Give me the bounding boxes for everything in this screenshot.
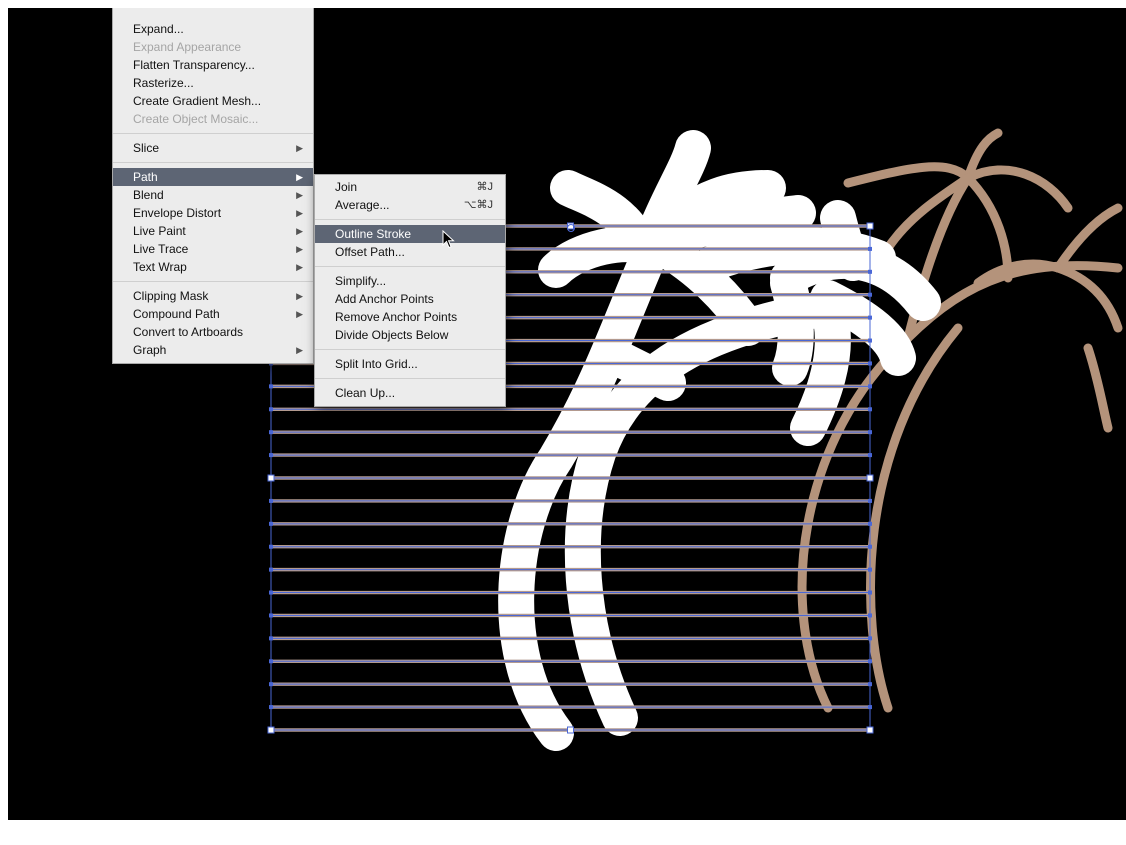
menu-item-average[interactable]: Average... ⌥⌘J bbox=[315, 196, 505, 214]
menu-item-join[interactable]: Join ⌘J bbox=[315, 178, 505, 196]
menu-item-slice[interactable]: Slice ▶ bbox=[113, 139, 313, 157]
menu-item-blend[interactable]: Blend ▶ bbox=[113, 186, 313, 204]
menu-item-label: Expand Appearance bbox=[133, 40, 242, 54]
white-palm-tree[interactable] bbox=[498, 130, 941, 751]
menu-item-label: Live Trace bbox=[133, 242, 189, 256]
submenu-arrow-icon: ▶ bbox=[296, 262, 303, 272]
menu-item-label: Split Into Grid... bbox=[335, 357, 418, 371]
menu-separator bbox=[113, 133, 313, 134]
menu-item-expand-appearance[interactable]: Expand Appearance bbox=[113, 38, 313, 56]
menu-separator bbox=[315, 219, 505, 220]
menu-item-add-anchor-points[interactable]: Add Anchor Points bbox=[315, 290, 505, 308]
menu-item-envelope-distort[interactable]: Envelope Distort ▶ bbox=[113, 204, 313, 222]
menu-item-label: Expand... bbox=[133, 22, 184, 36]
menu-item-label: Live Paint bbox=[133, 224, 186, 238]
selection-handle bbox=[866, 726, 874, 734]
menu-item-label: Add Anchor Points bbox=[335, 292, 434, 306]
menu-item-flatten-transparency[interactable]: Flatten Transparency... bbox=[113, 56, 313, 74]
submenu-arrow-icon: ▶ bbox=[296, 309, 303, 319]
menu-item-label: Simplify... bbox=[335, 274, 387, 288]
menu-item-label: Remove Anchor Points bbox=[335, 310, 458, 324]
menu-shortcut: ⌥⌘J bbox=[463, 199, 493, 211]
menu-item-label: Compound Path bbox=[133, 307, 220, 321]
menu-separator bbox=[315, 266, 505, 267]
menu-item-convert-to-artboards[interactable]: Convert to Artboards bbox=[113, 323, 313, 341]
menu-item-divide-objects-below[interactable]: Divide Objects Below bbox=[315, 326, 505, 344]
menu-item-label: Join bbox=[335, 180, 358, 194]
menu-item-offset-path[interactable]: Offset Path... bbox=[315, 243, 505, 261]
menu-item-label: Create Gradient Mesh... bbox=[133, 94, 262, 108]
menu-item-clipping-mask[interactable]: Clipping Mask ▶ bbox=[113, 287, 313, 305]
artboard-canvas[interactable]: Expand... Expand Appearance Flatten Transp… bbox=[8, 8, 1126, 820]
object-menu[interactable]: Expand... Expand Appearance Flatten Transp… bbox=[112, 8, 314, 364]
menu-item-remove-anchor-points[interactable]: Remove Anchor Points bbox=[315, 308, 505, 326]
menu-item-label: Convert to Artboards bbox=[133, 325, 244, 339]
menu-item-simplify[interactable]: Simplify... bbox=[315, 272, 505, 290]
menu-item-clean-up[interactable]: Clean Up... bbox=[315, 384, 505, 402]
menu-item-label: Graph bbox=[133, 343, 167, 357]
path-submenu[interactable]: Join ⌘J Average... ⌥⌘J Outline Stroke Offset … bbox=[314, 174, 506, 407]
menu-item-label: Path bbox=[133, 170, 158, 184]
submenu-arrow-icon: ▶ bbox=[296, 208, 303, 218]
menu-item-label: Envelope Distort bbox=[133, 206, 222, 220]
selection-handle bbox=[866, 222, 874, 230]
menu-item-label: Create Object Mosaic... bbox=[133, 112, 259, 126]
menu-item-rasterize[interactable]: Rasterize... bbox=[113, 74, 313, 92]
menu-item-label: Text Wrap bbox=[133, 260, 187, 274]
selection-handle bbox=[267, 474, 275, 482]
menu-item-text-wrap[interactable]: Text Wrap ▶ bbox=[113, 258, 313, 276]
menu-separator bbox=[113, 281, 313, 282]
menu-item-label: Divide Objects Below bbox=[335, 328, 449, 342]
submenu-arrow-icon: ▶ bbox=[296, 345, 303, 355]
menu-item-live-paint[interactable]: Live Paint ▶ bbox=[113, 222, 313, 240]
menu-item-split-into-grid[interactable]: Split Into Grid... bbox=[315, 355, 505, 373]
menu-separator bbox=[315, 378, 505, 379]
submenu-arrow-icon: ▶ bbox=[296, 143, 303, 153]
menu-item-label: Clean Up... bbox=[335, 386, 396, 400]
menu-item-label: Slice bbox=[133, 141, 160, 155]
menu-shortcut: ⌘J bbox=[476, 181, 494, 193]
menu-item-label: Blend bbox=[133, 188, 164, 202]
submenu-arrow-icon: ▶ bbox=[296, 172, 303, 182]
menu-item-path[interactable]: Path ▶ bbox=[113, 168, 313, 186]
menu-item-label: Clipping Mask bbox=[133, 289, 209, 303]
menu-item-label: Offset Path... bbox=[335, 245, 405, 259]
menu-item-outline-stroke[interactable]: Outline Stroke bbox=[315, 225, 505, 243]
menu-item-expand[interactable]: Expand... bbox=[113, 20, 313, 38]
submenu-arrow-icon: ▶ bbox=[296, 226, 303, 236]
menu-item-label: Average... bbox=[335, 198, 390, 212]
submenu-arrow-icon: ▶ bbox=[296, 190, 303, 200]
selection-handle bbox=[866, 474, 874, 482]
menu-item-compound-path[interactable]: Compound Path ▶ bbox=[113, 305, 313, 323]
menu-separator bbox=[315, 349, 505, 350]
mouse-pointer-icon bbox=[442, 230, 455, 249]
submenu-arrow-icon: ▶ bbox=[296, 291, 303, 301]
selection-handle bbox=[267, 726, 275, 734]
menu-item-create-object-mosaic[interactable]: Create Object Mosaic... bbox=[113, 110, 313, 128]
menu-item-label: Flatten Transparency... bbox=[133, 58, 255, 72]
menu-item-live-trace[interactable]: Live Trace ▶ bbox=[113, 240, 313, 258]
menu-item-label: Outline Stroke bbox=[335, 227, 412, 241]
selection-handle bbox=[567, 726, 574, 734]
submenu-arrow-icon: ▶ bbox=[296, 244, 303, 254]
menu-item-label: Rasterize... bbox=[133, 76, 194, 90]
menu-item-create-gradient-mesh[interactable]: Create Gradient Mesh... bbox=[113, 92, 313, 110]
menu-item-graph[interactable]: Graph ▶ bbox=[113, 341, 313, 359]
menu-separator bbox=[113, 162, 313, 163]
